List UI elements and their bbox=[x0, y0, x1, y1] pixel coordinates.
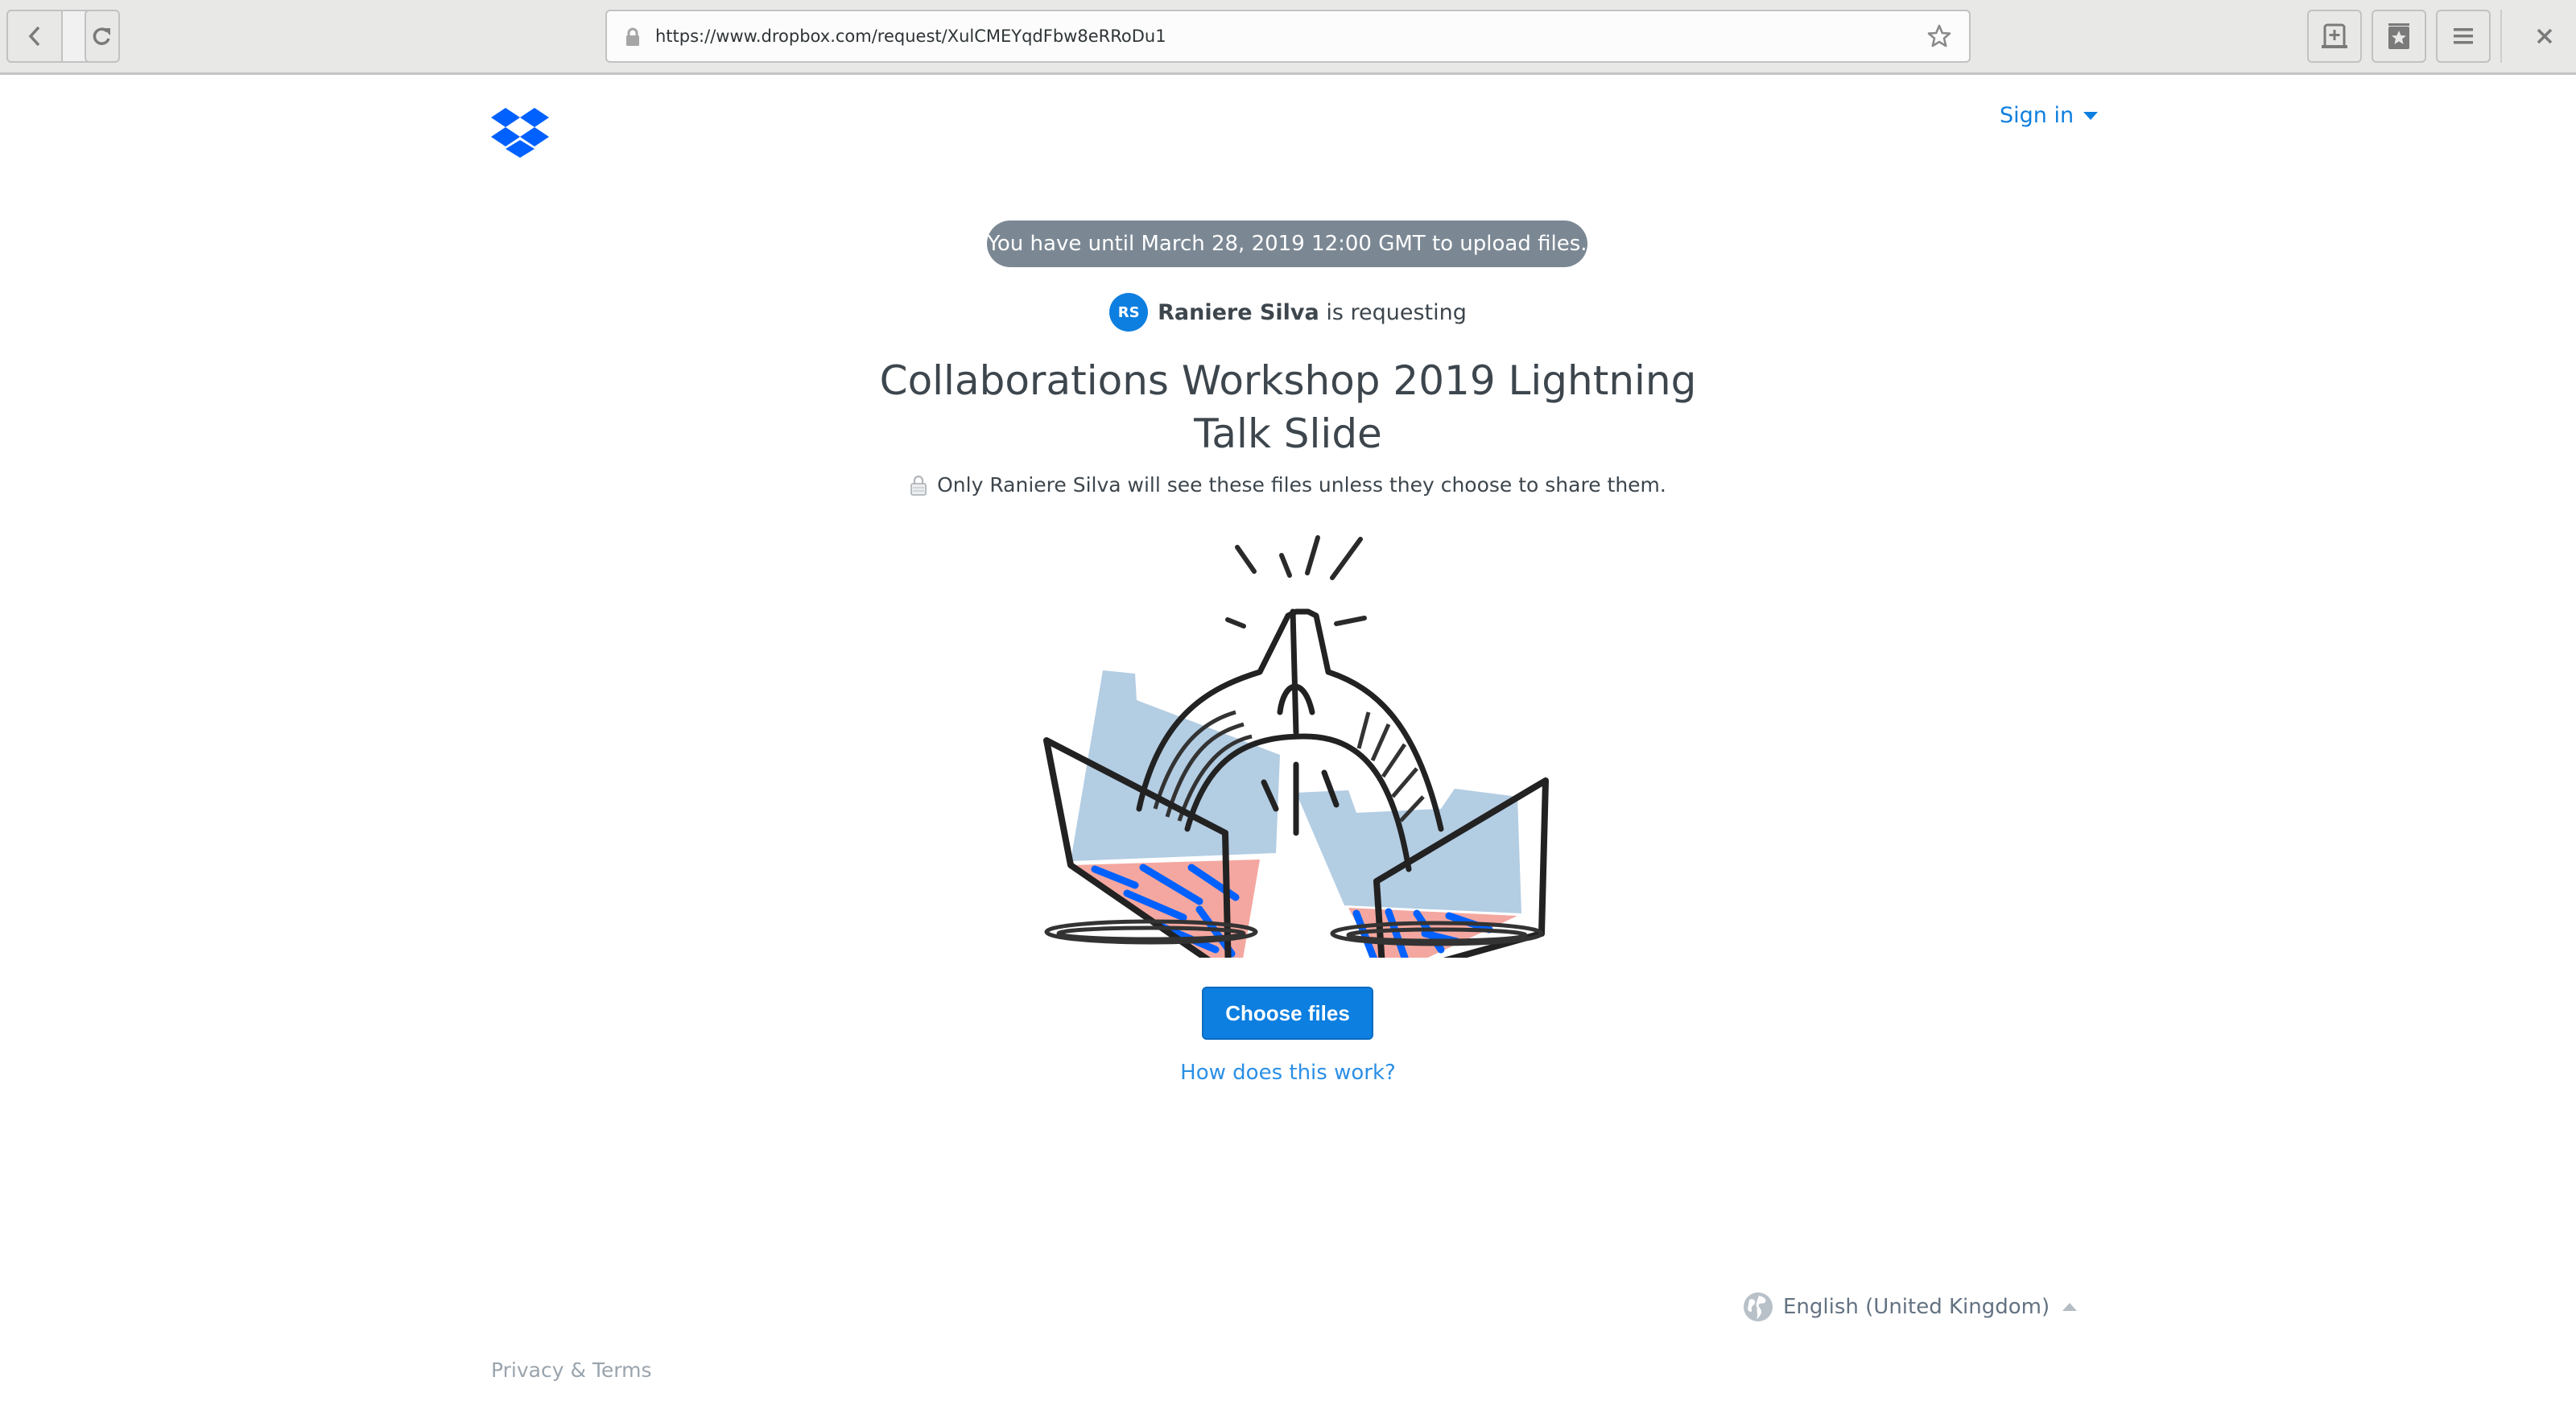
close-icon bbox=[2537, 28, 2553, 44]
right-folder-back bbox=[1296, 789, 1521, 913]
reload-button[interactable] bbox=[85, 10, 120, 63]
caret-down-icon bbox=[2083, 111, 2099, 120]
requester-name: Raniere Silva bbox=[1158, 299, 1319, 325]
lock-icon bbox=[626, 27, 639, 46]
close-window-button[interactable] bbox=[2526, 18, 2563, 55]
dropbox-logo-icon bbox=[491, 108, 549, 158]
menu-button[interactable] bbox=[2436, 10, 2491, 63]
privacy-note: Only Raniere Silva will see these files … bbox=[0, 473, 2576, 497]
avatar: RS bbox=[1109, 293, 1149, 332]
choose-files-button[interactable]: Choose files bbox=[1202, 987, 1373, 1040]
high-five-folders-illustration bbox=[1043, 535, 1549, 958]
deadline-banner: You have until March 28, 2019 12:00 GMT … bbox=[987, 221, 1587, 267]
bookmarks-icon bbox=[2388, 23, 2409, 49]
url-text[interactable]: https://www.dropbox.com/request/XulCMEYq… bbox=[655, 11, 1166, 61]
page-title: Collaborations Workshop 2019 Lightning T… bbox=[879, 357, 1697, 457]
back-button[interactable] bbox=[8, 11, 61, 61]
sign-in-menu[interactable]: Sign in bbox=[2000, 103, 2099, 128]
hamburger-icon bbox=[2454, 28, 2473, 44]
star-outline-icon[interactable] bbox=[1927, 24, 1951, 48]
dropbox-logo[interactable] bbox=[491, 108, 549, 161]
chevron-left-icon bbox=[28, 26, 40, 47]
padlock-icon bbox=[910, 475, 927, 496]
bookmarks-button[interactable] bbox=[2372, 10, 2426, 63]
toolbar-separator bbox=[2500, 10, 2502, 63]
globe-icon bbox=[1744, 1292, 1773, 1321]
url-bar[interactable]: https://www.dropbox.com/request/XulCMEYq… bbox=[605, 10, 1971, 63]
privacy-note-text: Only Raniere Silva will see these files … bbox=[937, 473, 1666, 497]
requesting-text: is requesting bbox=[1326, 299, 1467, 325]
browser-toolbar: https://www.dropbox.com/request/XulCMEYq… bbox=[0, 0, 2576, 75]
reload-icon bbox=[93, 27, 110, 45]
language-selector[interactable]: English (United Kingdom) bbox=[1743, 1292, 2078, 1322]
privacy-terms-link[interactable]: Privacy & Terms bbox=[491, 1358, 652, 1382]
language-label[interactable]: English (United Kingdom) bbox=[1783, 1295, 2050, 1319]
new-tab-button[interactable] bbox=[2307, 10, 2362, 63]
sign-in-label[interactable]: Sign in bbox=[2000, 103, 2074, 128]
how-it-works-label[interactable]: How does this work? bbox=[1180, 1061, 1396, 1085]
new-tab-icon bbox=[2322, 23, 2347, 48]
caret-up-icon bbox=[2062, 1303, 2078, 1311]
how-it-works-link: How does this work? bbox=[0, 1061, 2576, 1085]
requester-line: RS Raniere Silva is requesting bbox=[0, 293, 2576, 332]
